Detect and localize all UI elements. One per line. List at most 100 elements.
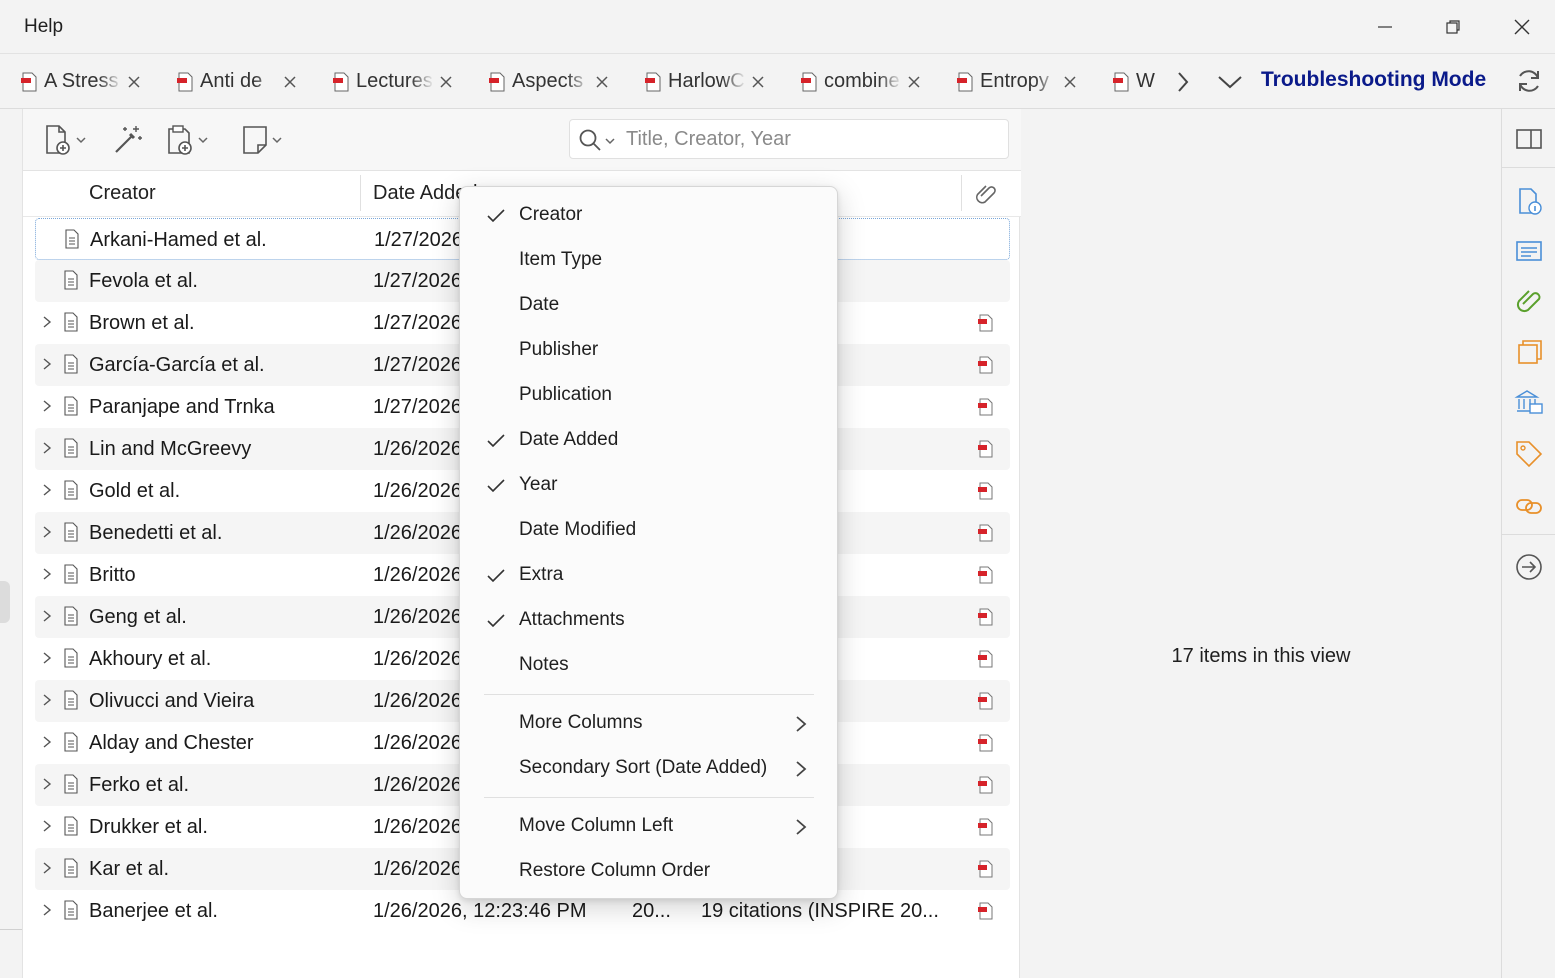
close-tab-icon[interactable] (594, 74, 610, 90)
menu-item-move-column-left[interactable]: Move Column Left (460, 805, 837, 849)
close-tab-icon[interactable] (282, 74, 298, 90)
menu-item-column-creator[interactable]: Creator (460, 194, 837, 238)
pdf-icon (333, 72, 349, 91)
cell-year: 20... (632, 900, 671, 922)
cell-creator: Olivucci and Vieira (89, 690, 255, 712)
pdf-attachment-icon[interactable] (977, 902, 995, 920)
pdf-attachment-icon[interactable] (977, 482, 995, 500)
expand-twisty-icon[interactable] (40, 399, 54, 413)
close-tab-icon[interactable] (906, 74, 922, 90)
tab-reader[interactable]: HarlowC (644, 54, 766, 109)
menu-item-column-extra[interactable]: Extra (460, 554, 837, 598)
pdf-attachment-icon[interactable] (977, 734, 995, 752)
tabs-scroll-right-button[interactable] (1172, 69, 1194, 95)
collections-pane-splitter[interactable] (0, 581, 10, 623)
expand-twisty-icon[interactable] (40, 609, 54, 623)
pdf-attachment-icon[interactable] (977, 524, 995, 542)
expand-twisty-icon[interactable] (40, 315, 54, 329)
new-item-icon (46, 125, 70, 155)
chevron-right-icon (796, 761, 807, 777)
pdf-attachment-icon[interactable] (977, 860, 995, 878)
troubleshooting-mode-label[interactable]: Troubleshooting Mode (1261, 68, 1486, 92)
tabs-list-button[interactable] (1216, 69, 1244, 95)
close-window-button[interactable] (1502, 10, 1542, 44)
pdf-attachment-icon[interactable] (977, 440, 995, 458)
tab-reader[interactable]: A Stress (20, 54, 142, 109)
toggle-item-pane-button[interactable] (1514, 124, 1544, 154)
pdf-attachment-icon[interactable] (977, 398, 995, 416)
sidenav-info[interactable] (1514, 186, 1544, 216)
add-attachment-button[interactable] (163, 123, 209, 157)
menu-item-more-columns[interactable]: More Columns (460, 702, 837, 746)
menu-item-column-date[interactable]: Date (460, 284, 837, 328)
sidenav-attachments[interactable] (1514, 286, 1544, 316)
sync-button[interactable] (1514, 66, 1544, 96)
menu-item-column-date-modified[interactable]: Date Modified (460, 509, 837, 553)
sidenav-notes[interactable] (1514, 336, 1544, 366)
pdf-attachment-icon[interactable] (977, 356, 995, 374)
close-tab-icon[interactable] (750, 74, 766, 90)
add-by-identifier-button[interactable] (111, 123, 145, 157)
restore-button[interactable] (1433, 10, 1473, 44)
close-tab-icon[interactable] (438, 74, 454, 90)
close-tab-icon[interactable] (126, 74, 142, 90)
menu-item-column-item-type[interactable]: Item Type (460, 239, 837, 283)
expand-twisty-icon[interactable] (40, 567, 54, 581)
search-icon[interactable] (578, 128, 604, 152)
minimize-button[interactable] (1365, 10, 1405, 44)
expand-twisty-icon[interactable] (40, 651, 54, 665)
tab-reader[interactable]: Anti de (176, 54, 298, 109)
info-icon (1519, 188, 1542, 215)
checkmark-icon (487, 209, 505, 223)
expand-twisty-icon[interactable] (40, 819, 54, 833)
expand-twisty-icon[interactable] (40, 441, 54, 455)
tab-reader[interactable]: combine (800, 54, 922, 109)
sidenav-related[interactable] (1514, 491, 1544, 521)
menu-item-column-notes[interactable]: Notes (460, 644, 837, 688)
column-separator[interactable] (360, 175, 361, 211)
menu-item-label: Attachments (519, 609, 625, 630)
menu-item-restore-column-order[interactable]: Restore Column Order (460, 850, 837, 894)
menu-item-label: Date Modified (519, 519, 637, 540)
menu-item-column-publication[interactable]: Publication (460, 374, 837, 418)
tab-reader[interactable]: Entropy (956, 54, 1078, 109)
menu-item-column-year[interactable]: Year (460, 464, 837, 508)
new-note-button[interactable] (239, 123, 283, 157)
expand-twisty-icon[interactable] (40, 735, 54, 749)
column-separator[interactable] (961, 175, 962, 211)
pdf-attachment-icon[interactable] (977, 608, 995, 626)
chevron-down-icon[interactable] (604, 136, 616, 146)
expand-twisty-icon[interactable] (40, 525, 54, 539)
expand-twisty-icon[interactable] (40, 777, 54, 791)
tab-reader[interactable]: W (1112, 54, 1162, 109)
column-header-attachments[interactable] (973, 181, 999, 207)
new-item-button[interactable] (41, 123, 87, 157)
menu-item-column-publisher[interactable]: Publisher (460, 329, 837, 373)
menu-item-secondary-sort[interactable]: Secondary Sort (Date Added) (460, 747, 837, 791)
tab-bar: A Stress Anti de Lectures Aspects HarlowC com… (0, 54, 1555, 109)
expand-twisty-icon[interactable] (40, 483, 54, 497)
pdf-attachment-icon[interactable] (977, 650, 995, 668)
menu-item-column-attachments[interactable]: Attachments (460, 599, 837, 643)
expand-twisty-icon[interactable] (40, 903, 54, 917)
pdf-attachment-icon[interactable] (977, 566, 995, 584)
pdf-attachment-icon[interactable] (977, 692, 995, 710)
sidenav-tags[interactable] (1514, 439, 1544, 469)
expand-twisty-icon[interactable] (40, 861, 54, 875)
menu-item-column-date-added[interactable]: Date Added (460, 419, 837, 463)
menu-help[interactable]: Help (24, 16, 63, 38)
pdf-attachment-icon[interactable] (977, 776, 995, 794)
expand-twisty-icon[interactable] (40, 357, 54, 371)
pdf-attachment-icon[interactable] (977, 314, 995, 332)
sidenav-locate[interactable] (1514, 552, 1544, 582)
sidenav-abstract[interactable] (1514, 236, 1544, 266)
tab-reader[interactable]: Lectures (332, 54, 454, 109)
column-header-creator[interactable]: Creator (89, 182, 156, 205)
chevron-down-icon (76, 137, 86, 144)
search-input[interactable] (626, 126, 996, 152)
close-tab-icon[interactable] (1062, 74, 1078, 90)
pdf-attachment-icon[interactable] (977, 818, 995, 836)
sidenav-libraries-collections[interactable] (1514, 386, 1544, 416)
expand-twisty-icon[interactable] (40, 693, 54, 707)
tab-reader[interactable]: Aspects (488, 54, 610, 109)
